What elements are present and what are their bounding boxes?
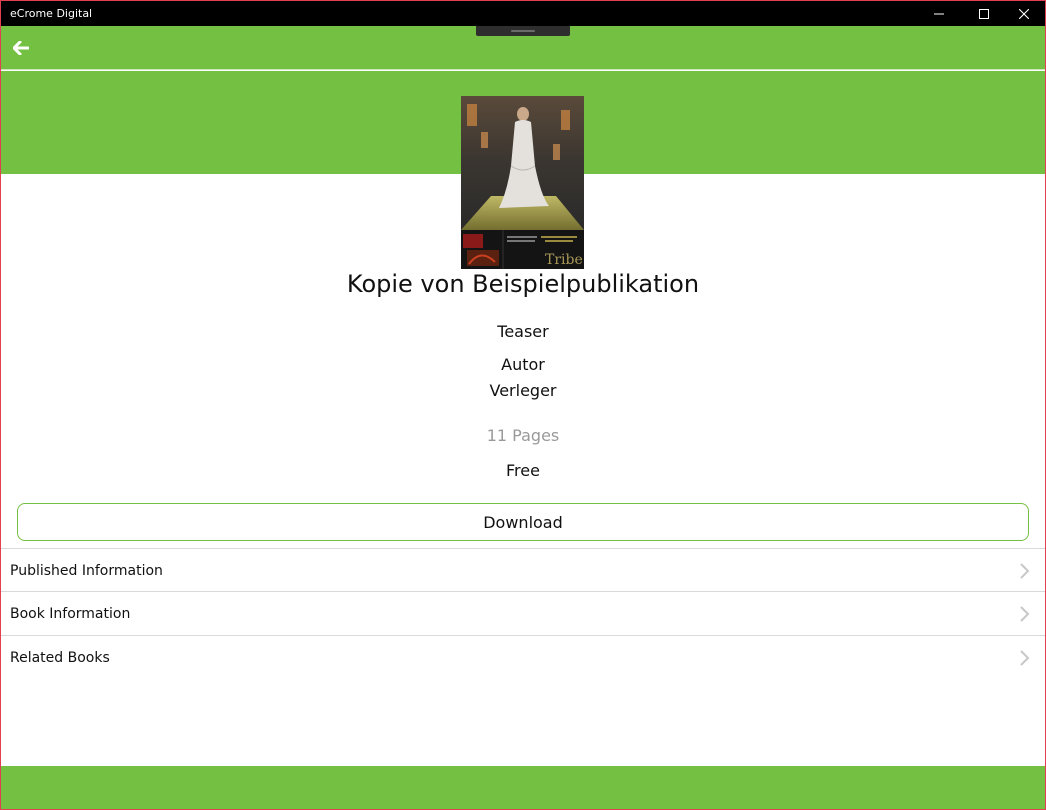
- chevron-right-icon: [1020, 606, 1030, 622]
- window-title: eCrome Digital: [10, 7, 93, 20]
- download-button[interactable]: Download: [17, 503, 1029, 541]
- cover-brand-text: Tribe: [545, 252, 583, 268]
- back-button[interactable]: [9, 36, 33, 60]
- price-label: Free: [506, 461, 540, 480]
- maximize-icon: [979, 8, 989, 19]
- cover-image[interactable]: Tribe: [461, 96, 584, 269]
- publication-teaser: Teaser: [497, 322, 549, 341]
- drag-handle[interactable]: [476, 26, 570, 36]
- publication-author: Autor: [501, 355, 545, 374]
- app-window: eCrome Digital Tribe Kopie von Beispielp…: [0, 0, 1046, 810]
- minimize-icon: [934, 13, 944, 14]
- section-related-books[interactable]: Related Books: [1, 636, 1045, 679]
- section-label: Published Information: [10, 563, 163, 579]
- maximize-button[interactable]: [962, 1, 1006, 26]
- title-bar: eCrome Digital: [1, 1, 1045, 26]
- publication-title: Kopie von Beispielpublikation: [346, 270, 700, 298]
- close-button[interactable]: [1002, 1, 1045, 26]
- section-label: Book Information: [10, 606, 131, 622]
- section-label: Related Books: [10, 650, 110, 666]
- minimize-button[interactable]: [917, 1, 961, 26]
- footer-bar: [1, 766, 1045, 809]
- section-book-information[interactable]: Book Information: [1, 592, 1045, 635]
- chevron-right-icon: [1020, 563, 1030, 579]
- close-icon: [1019, 8, 1029, 19]
- app-bar: [1, 26, 1045, 70]
- publication-publisher: Verleger: [489, 381, 557, 400]
- chevron-right-icon: [1020, 650, 1030, 666]
- section-published-information[interactable]: Published Information: [1, 549, 1045, 592]
- arrow-left-icon: [13, 41, 29, 55]
- page-count: 11 Pages: [486, 426, 560, 445]
